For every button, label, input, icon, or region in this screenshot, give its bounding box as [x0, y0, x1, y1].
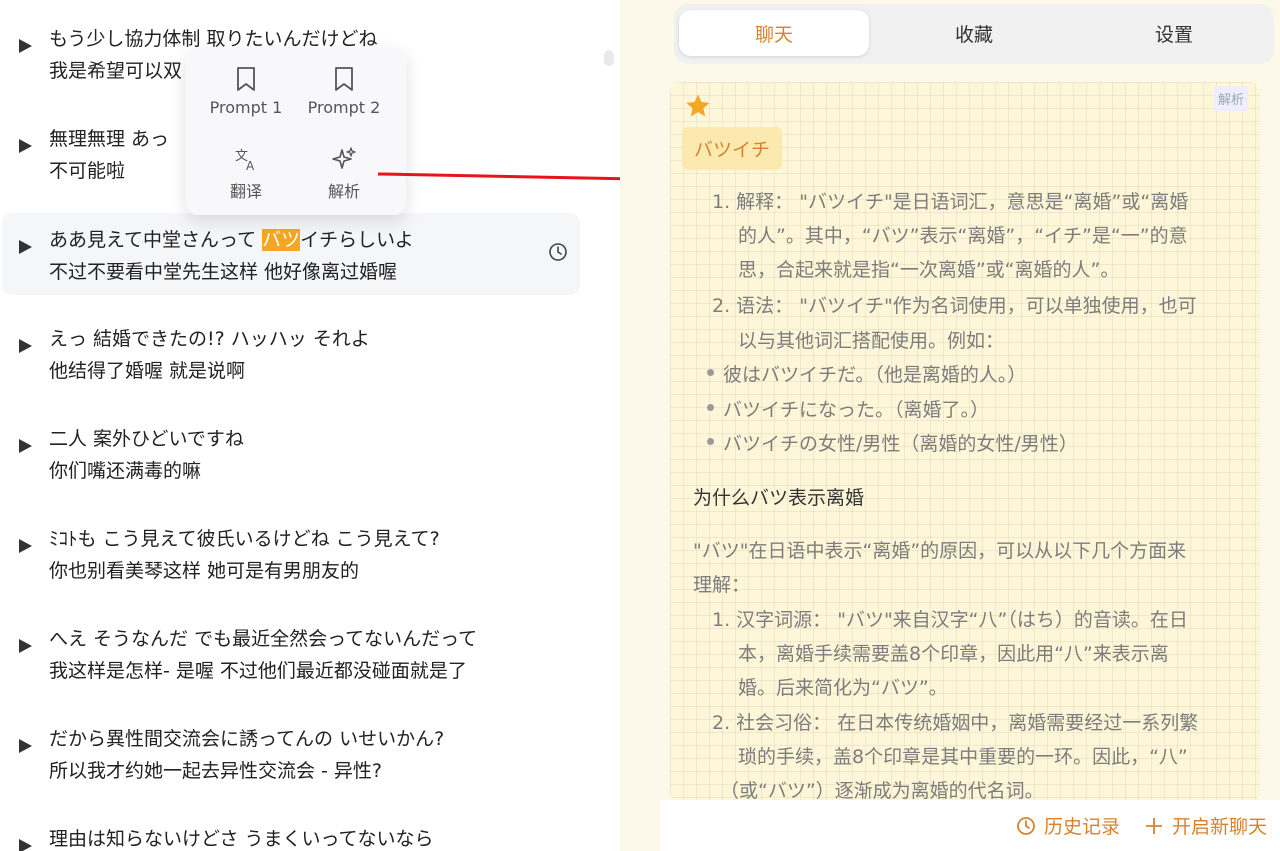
prompt-2-label: Prompt 2	[307, 98, 381, 117]
subtitle-text: ああ見えて中堂さんって	[49, 229, 263, 251]
history-icon[interactable]	[1016, 816, 1036, 836]
tab-favorites[interactable]: 收藏	[879, 10, 1069, 56]
tab-bar: 聊天 收藏 设置	[674, 4, 1274, 64]
play-icon[interactable]	[19, 339, 32, 353]
example-line: 彼はバツイチだ。（他是离婚的人。）	[723, 364, 1027, 386]
subtitle-item[interactable]: 二人 案外ひどいですね 你们嘴还满毒的嘛	[2, 412, 580, 482]
subtitle-japanese: 二人 案外ひどいですね	[49, 428, 244, 450]
bookmark-icon	[237, 67, 255, 91]
highlighted-word[interactable]: バツ	[262, 229, 301, 251]
play-icon[interactable]	[19, 739, 32, 753]
subtitle-item[interactable]: 理由は知らないけどさ うまくいってないなら	[2, 812, 580, 851]
play-icon[interactable]	[19, 839, 32, 851]
prompt-1-label: Prompt 1	[209, 98, 283, 117]
analysis-line: 的人”。其中，“バツ”表示“离婚”，“イチ”是“一”的意	[738, 225, 1188, 247]
subtitle-chinese: 他结得了婚喔 就是说啊	[49, 360, 246, 382]
analysis-line: 1. 汉字词源： "バツ"来自汉字“八”（はち）的音读。在日	[712, 609, 1188, 631]
assistant-panel: 聊天 收藏 设置 解析 バツイチ 1. 解释： "バツイチ"是日语词汇，意思是“…	[620, 0, 1280, 851]
sparkle-icon	[332, 147, 356, 169]
analysis-line: （或“バツ”）逐渐成为离婚的代名词。	[720, 780, 1044, 802]
bookmark-icon	[335, 67, 353, 91]
analysis-line: 婚。后来简化为“バツ”。	[738, 677, 948, 699]
tab-settings[interactable]: 设置	[1079, 10, 1269, 56]
analysis-line: 思，合起来就是指“一次离婚”或“离婚的人”。	[738, 259, 1120, 281]
tab-chat[interactable]: 聊天	[679, 10, 869, 56]
list-bullet	[707, 404, 714, 411]
play-icon[interactable]	[19, 240, 32, 254]
subtitle-item[interactable]: ﾐｺﾄも こう見えて彼氏いるけどね こう見えて? 你也别看美琴这样 她可是有男朋…	[2, 512, 580, 582]
subtitle-japanese: もう少し協力体制 取りたいんだけどね	[49, 28, 378, 50]
list-bullet	[707, 438, 714, 445]
subtitle-chinese: 所以我才约她一起去异性交流会 - 异性?	[49, 760, 383, 782]
analysis-line: 理解：	[693, 574, 751, 596]
subtitle-text: イチらしいよ	[300, 229, 414, 251]
analysis-line: 琐的手续，盖8个印章是其中重要的一环。因此，“八”	[738, 746, 1188, 768]
new-chat-button[interactable]: 开启新聊天	[1172, 812, 1267, 839]
play-icon[interactable]	[19, 139, 32, 153]
subtitle-chinese: 我是希望可以双	[49, 60, 183, 82]
analysis-line: "バツ"在日语中表示“离婚”的原因，可以从以下几个方面来	[693, 540, 1187, 562]
analysis-line: 2. 语法： "バツイチ"作为名词使用，可以单独使用，也可	[712, 295, 1197, 317]
subtitle-japanese: だから異性間交流会に誘ってんの いせいかん?	[49, 728, 445, 750]
subtitle-item-active[interactable]: ああ見えて中堂さんって バツイチらしいよ 不过不要看中堂先生这样 他好像离过婚喔	[2, 213, 580, 295]
translate-icon: 文 A	[235, 149, 255, 172]
clock-icon[interactable]	[548, 242, 568, 262]
subtitle-japanese: 無理無理 あっ	[49, 128, 170, 150]
bottom-bar: 历史记录 开启新聊天	[660, 800, 1280, 851]
subtitle-japanese: へえ そうなんだ でも最近全然会ってないんだって	[49, 628, 478, 650]
subtitle-chinese: 不过不要看中堂先生这样 他好像离过婚喔	[49, 261, 398, 283]
annotation-arrow	[377, 168, 656, 190]
subtitle-japanese: 理由は知らないけどさ うまくいってないなら	[49, 828, 434, 850]
list-bullet	[707, 369, 714, 376]
play-icon[interactable]	[19, 639, 32, 653]
play-icon[interactable]	[19, 539, 32, 553]
star-icon[interactable]	[684, 92, 712, 120]
analysis-tag: 解析	[1213, 86, 1248, 111]
scrollbar-thumb[interactable]	[604, 50, 614, 66]
plus-icon[interactable]	[1144, 816, 1164, 836]
subtitle-japanese: えっ 結婚できたの!? ハッハッ それよ	[49, 328, 370, 350]
subtitle-item[interactable]: だから異性間交流会に誘ってんの いせいかん? 所以我才约她一起去异性交流会 - …	[2, 712, 580, 782]
analysis-line: 本，离婚手续需要盖8个印章，因此用“八”来表示离	[738, 643, 1169, 665]
word-action-popup: Prompt 1 Prompt 2 文 A 翻译 解析	[186, 48, 406, 215]
history-button[interactable]: 历史记录	[1044, 812, 1120, 839]
svg-text:A: A	[246, 159, 255, 172]
section-heading: 为什么バツ表示离婚	[693, 487, 865, 509]
subtitle-japanese: ああ見えて中堂さんって バツイチらしいよ	[49, 225, 414, 252]
analysis-card: 解析 バツイチ 1. 解释： "バツイチ"是日语词汇，意思是“离婚”或“离婚 的…	[670, 82, 1260, 802]
analyzed-word: バツイチ	[682, 127, 783, 170]
subtitle-item[interactable]: えっ 結婚できたの!? ハッハッ それよ 他结得了婚喔 就是说啊	[2, 312, 580, 382]
subtitle-chinese: 不可能啦	[49, 160, 126, 182]
play-icon[interactable]	[19, 439, 32, 453]
play-icon[interactable]	[19, 39, 32, 53]
analysis-line: 以与其他词汇搭配使用。例如：	[738, 330, 1005, 352]
example-line: バツイチの女性/男性（离婚的女性/男性）	[723, 433, 1078, 455]
subtitle-item[interactable]: へえ そうなんだ でも最近全然会ってないんだって 我这样是怎样- 是喔 不过他们…	[2, 612, 580, 682]
analysis-line: 2. 社会习俗： 在日本传统婚姻中，离婚需要经过一系列繁	[712, 712, 1199, 734]
subtitle-chinese: 你们嘴还满毒的嘛	[49, 460, 202, 482]
subtitle-chinese: 我这样是怎样- 是喔 不过他们最近都没碰面就是了	[49, 660, 467, 682]
prompt-2-button[interactable]: Prompt 2	[298, 66, 390, 117]
translate-label: 翻译	[229, 182, 262, 201]
subtitle-chinese: 你也别看美琴这样 她可是有男朋友的	[49, 560, 360, 582]
prompt-1-button[interactable]: Prompt 1	[200, 66, 292, 117]
example-line: バツイチになった。（离婚了。）	[723, 399, 990, 421]
subtitle-japanese: ﾐｺﾄも こう見えて彼氏いるけどね こう見えて?	[49, 528, 440, 550]
translate-button[interactable]: 文 A 翻译	[200, 146, 292, 202]
analysis-line: 1. 解释： "バツイチ"是日语词汇，意思是“离婚”或“离婚	[712, 191, 1189, 213]
